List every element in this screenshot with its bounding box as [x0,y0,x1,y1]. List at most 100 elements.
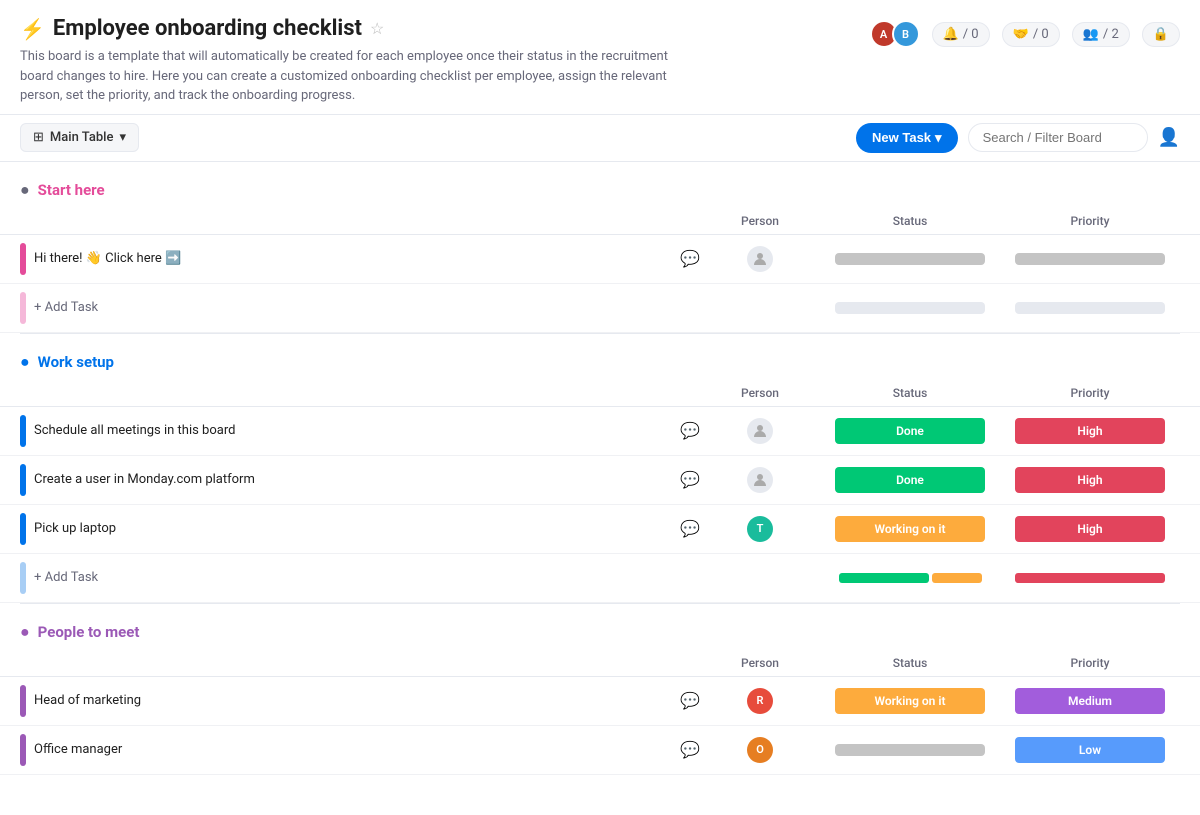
priority-cell[interactable]: High [1000,512,1180,546]
add-task-cell: + Add Task [20,284,700,332]
group-toggle-people[interactable]: ● [20,622,30,642]
task-row[interactable]: Schedule all meetings in this board 💬 Do… [0,407,1200,456]
task-cell-name: Schedule all meetings in this board 💬 [20,407,700,455]
add-task-color-bar [20,562,26,594]
priority-cell[interactable] [1000,249,1180,269]
task-name: Create a user in Monday.com platform [34,472,672,487]
priority-cell[interactable]: High [1000,463,1180,497]
comment-icon[interactable]: 💬 [680,691,700,710]
start-here-column-headers: Person Status Priority [0,208,1200,235]
task-cell-name: Office manager 💬 [20,726,700,774]
comment-icon[interactable]: 💬 [680,421,700,440]
group-work-setup: ● Work setup Person Status Priority Sche… [0,334,1200,603]
person-cell[interactable]: O [700,737,820,763]
notifications-stat[interactable]: 🔔 / 0 [932,22,990,47]
task-row[interactable]: Pick up laptop 💬 T Working on it High [0,505,1200,554]
priority-col-header-2: Priority [1000,380,1180,406]
group-people-to-meet: ● People to meet Person Status Priority … [0,604,1200,775]
task-cell-name: Hi there! 👋 Click here ➡️ 💬 [20,235,700,283]
person-avatar [747,467,773,493]
group-title-people[interactable]: People to meet [38,623,140,641]
group-start-here-header: ● Start here [0,162,1200,208]
members-count: / 2 [1103,27,1119,42]
comment-icon[interactable]: 💬 [680,249,700,268]
user-filter-button[interactable]: 👤 [1158,127,1180,148]
person-col-header: Person [700,208,820,234]
status-cell[interactable]: Working on it [820,684,1000,718]
add-task-label: + Add Task [34,570,98,585]
priority-badge: Medium [1015,688,1165,714]
title-row: ⚡ Employee onboarding checklist ☆ [20,16,870,41]
search-input[interactable] [968,123,1148,152]
header-left: ⚡ Employee onboarding checklist ☆ This b… [20,16,870,106]
status-col-header-3: Status [820,650,1000,676]
chevron-down-icon: ▾ [119,130,126,145]
permissions-stat[interactable]: 🔒 [1142,22,1180,47]
person-avatar: O [747,737,773,763]
group-people-to-meet-table: Person Status Priority Head of marketing… [0,650,1200,775]
task-col-header-3 [20,657,700,669]
group-people-to-meet-header: ● People to meet [0,604,1200,650]
task-row[interactable]: Head of marketing 💬 R Working on it Medi… [0,677,1200,726]
done-summary-chip [839,573,929,583]
group-start-here: ● Start here Person Status Priority Hi t… [0,162,1200,333]
updates-stat[interactable]: 🤝 / 0 [1002,22,1060,47]
favorite-icon[interactable]: ☆ [370,19,384,38]
group-work-setup-header: ● Work setup [0,334,1200,380]
priority-badge: High [1015,467,1165,493]
task-cell-name: Create a user in Monday.com platform 💬 [20,456,700,504]
high-summary-chip [1015,573,1165,583]
working-summary-chip [932,573,982,583]
priority-cell[interactable]: High [1000,414,1180,448]
person-cell[interactable]: R [700,688,820,714]
updates-icon: 🤝 [1013,27,1029,42]
task-row[interactable]: Hi there! 👋 Click here ➡️ 💬 [0,235,1200,284]
new-task-button[interactable]: New Task ▾ [856,123,958,153]
toolbar: ⊞ Main Table ▾ New Task ▾ 👤 [0,115,1200,162]
group-start-here-table: Person Status Priority Hi there! 👋 Click… [0,208,1200,333]
add-task-row-work-setup[interactable]: + Add Task [0,554,1200,603]
person-cell[interactable] [700,418,820,444]
task-row[interactable]: Office manager 💬 O Low [0,726,1200,775]
priority-cell[interactable]: Low [1000,733,1180,767]
table-selector-label: Main Table [50,130,114,145]
task-row[interactable]: Create a user in Monday.com platform 💬 D… [0,456,1200,505]
board-content: ● Start here Person Status Priority Hi t… [0,162,1200,815]
work-setup-column-headers: Person Status Priority [0,380,1200,407]
summary-status-work-setup [820,569,1000,587]
status-col-header: Status [820,208,1000,234]
status-cell[interactable]: Working on it [820,512,1000,546]
status-cell[interactable]: Done [820,414,1000,448]
priority-summary [1004,573,1176,583]
table-selector[interactable]: ⊞ Main Table ▾ [20,123,139,152]
group-title-start-here[interactable]: Start here [38,181,105,199]
group-toggle-work-setup[interactable]: ● [20,352,30,372]
priority-badge: High [1015,418,1165,444]
task-color-bar [20,734,26,766]
priority-cell[interactable]: Medium [1000,684,1180,718]
person-cell[interactable] [700,467,820,493]
status-cell[interactable] [820,249,1000,269]
priority-badge: Low [1015,737,1165,763]
members-stat[interactable]: 👥 / 2 [1072,22,1130,47]
group-work-setup-table: Person Status Priority Schedule all meet… [0,380,1200,603]
comment-icon[interactable]: 💬 [680,519,700,538]
toolbar-right: New Task ▾ 👤 [856,123,1180,153]
summary-priority-empty [1015,302,1165,314]
comment-icon[interactable]: 💬 [680,470,700,489]
group-title-work-setup[interactable]: Work setup [38,353,114,371]
person-avatar [747,246,773,272]
status-cell[interactable]: Done [820,463,1000,497]
notifications-count: / 0 [963,27,979,42]
person-cell[interactable]: T [700,516,820,542]
comment-icon[interactable]: 💬 [680,740,700,759]
table-grid-icon: ⊞ [33,130,44,145]
task-color-bar [20,464,26,496]
person-cell[interactable] [700,246,820,272]
status-cell[interactable] [820,740,1000,760]
task-color-bar [20,513,26,545]
updates-count: / 0 [1033,27,1049,42]
add-task-row-start-here[interactable]: + Add Task [0,284,1200,333]
group-toggle-start-here[interactable]: ● [20,180,30,200]
task-color-bar [20,243,26,275]
